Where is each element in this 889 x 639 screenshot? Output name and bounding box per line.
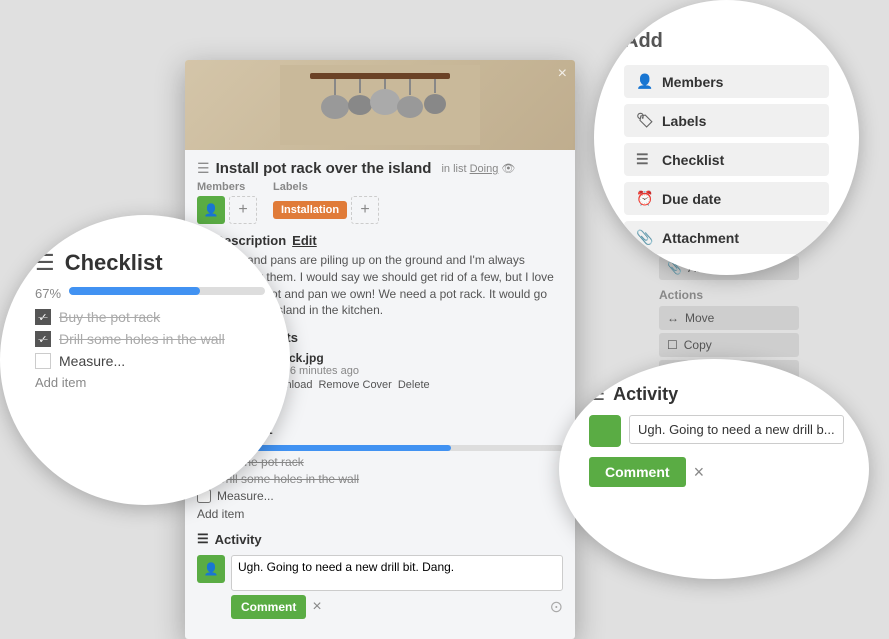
activity-icon: ☰: [197, 531, 209, 547]
zoom-add-title: Add: [624, 30, 829, 53]
zoom-checklist-icon: ☰: [636, 151, 652, 168]
card-header-image: ×: [185, 60, 575, 150]
zoom-activity-panel: ☰ Activity Ugh. Going to need a new dril…: [559, 359, 869, 579]
comment-button[interactable]: Comment: [231, 595, 306, 619]
card-title-row: ☰ Install pot rack over the island in li…: [197, 160, 563, 177]
zoom-checkbox-3[interactable]: [35, 353, 51, 369]
add-label-button[interactable]: +: [351, 196, 379, 224]
zoom-activity-avatar: [589, 415, 621, 447]
zoom-cancel-icon[interactable]: ×: [694, 462, 705, 483]
card-list-name[interactable]: Doing: [470, 163, 499, 175]
comment-textarea[interactable]: Ugh. Going to need a new drill bit. Dang…: [231, 555, 563, 591]
zoom-activity-comment-row: Ugh. Going to need a new drill b...: [589, 415, 844, 447]
zoom-labels-label: Labels: [662, 113, 706, 129]
zoom-checklist-title-row: ☰ Checklist: [35, 250, 265, 276]
members-label: Members: [197, 181, 257, 193]
zoom-checklist-label: Checklist: [662, 152, 724, 168]
delete-link[interactable]: Delete: [398, 379, 430, 391]
attachment-icon: ⊙: [550, 597, 563, 617]
card-meta-row: Members 👤 + Labels Installation +: [197, 181, 563, 224]
activity-input-row: 👤 Ugh. Going to need a new drill bit. Da…: [197, 555, 563, 591]
zoom-add-inner: Add 👤 Members 🏷 Labels ☰ Checklist ⏰ Due…: [624, 30, 829, 260]
remove-cover-link[interactable]: Remove Cover: [318, 379, 391, 391]
checklist-item: Measure...: [197, 489, 563, 503]
label-badge[interactable]: Installation: [273, 201, 347, 219]
zoom-comment-button[interactable]: Comment: [589, 457, 686, 487]
zoom-add-item-link[interactable]: Add item: [35, 375, 86, 390]
zoom-add-attachment-btn[interactable]: 📎 Attachment: [624, 221, 829, 254]
zoom-activity-text: Ugh. Going to need a new drill b...: [629, 415, 844, 444]
zoom-activity-actions: Comment ×: [589, 457, 844, 487]
zoom-add-labels-btn[interactable]: 🏷 Labels: [624, 104, 829, 137]
copy-icon: ☐: [667, 338, 678, 352]
current-user-avatar: 👤: [197, 555, 225, 583]
zoom-progress-percent: 67%: [35, 286, 61, 301]
zoom-add-checklist-btn[interactable]: ☰ Checklist: [624, 143, 829, 176]
member-avatars: 👤 +: [197, 196, 257, 224]
close-button[interactable]: ×: [558, 65, 567, 83]
labels-label: Labels: [273, 181, 379, 193]
move-action-btn[interactable]: ↔ Move: [659, 306, 799, 330]
card-type-icon: ☰: [197, 160, 210, 177]
zoom-activity-inner: ☰ Activity Ugh. Going to need a new dril…: [589, 384, 844, 487]
copy-action-btn[interactable]: ☐ Copy: [659, 333, 799, 357]
zoom-progress-bar: [69, 287, 200, 295]
zoom-checklist-heading: Checklist: [65, 250, 163, 276]
cancel-comment-button[interactable]: ×: [312, 598, 321, 616]
card-title: Install pot rack over the island: [216, 160, 432, 177]
zoom-checkbox-2[interactable]: ✓: [35, 331, 51, 347]
activity-label: Activity: [215, 532, 262, 547]
zoom-activity-icon: ☰: [589, 384, 605, 405]
zoom-checklist-item-1: ✓ Buy the pot rack: [35, 309, 265, 325]
zoom-checklist-item-2: ✓ Drill some holes in the wall: [35, 331, 265, 347]
zoom-activity-title: Activity: [613, 384, 678, 405]
zoom-members-label: Members: [662, 74, 723, 90]
checklist-items: Buy the pot rack Drill some holes in the…: [197, 455, 563, 503]
card-list-info: in list Doing 👁: [441, 162, 515, 175]
labels-section: Labels Installation +: [273, 181, 379, 224]
edit-description-link[interactable]: Edit: [292, 233, 317, 248]
add-member-button[interactable]: +: [229, 196, 257, 224]
zoom-checklist-item-3: Measure...: [35, 353, 265, 369]
zoom-due-date-icon: ⏰: [636, 190, 652, 207]
zoom-attachment-icon: 📎: [636, 229, 652, 246]
members-section: Members 👤 +: [197, 181, 257, 224]
add-checklist-item-link[interactable]: Add item: [197, 507, 563, 521]
zoom-checklist-inner: ☰ Checklist 67% ✓ Buy the pot rack ✓ Dri…: [35, 250, 265, 390]
member-avatar[interactable]: 👤: [197, 196, 225, 224]
zoom-checklist-panel: ☰ Checklist 67% ✓ Buy the pot rack ✓ Dri…: [0, 215, 290, 505]
zoom-attachment-label: Attachment: [662, 230, 739, 246]
zoom-member-icon: 👤: [636, 73, 652, 90]
zoom-add-panel: Add 👤 Members 🏷 Labels ☰ Checklist ⏰ Due…: [594, 0, 859, 275]
zoom-due-date-label: Due date: [662, 191, 721, 207]
zoom-add-members-btn[interactable]: 👤 Members: [624, 65, 829, 98]
zoom-labels-icon: 🏷: [636, 112, 652, 129]
zoom-checkbox-1[interactable]: ✓: [35, 309, 51, 325]
activity-section: ☰ Activity 👤 Ugh. Going to need a new dr…: [197, 531, 563, 619]
zoom-checklist-heading-icon: ☰: [35, 250, 55, 276]
actions-title: Actions: [659, 288, 799, 302]
zoom-add-due-date-btn[interactable]: ⏰ Due date: [624, 182, 829, 215]
move-icon: ↔: [667, 311, 679, 325]
checklist-item: Drill some holes in the wall: [197, 472, 563, 486]
zoom-activity-title-row: ☰ Activity: [589, 384, 844, 405]
